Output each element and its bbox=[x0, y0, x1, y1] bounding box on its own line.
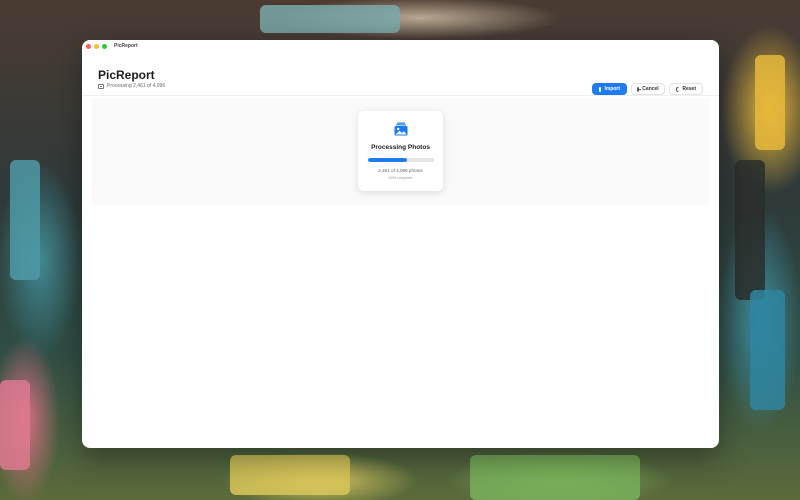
reset-button-label: Reset bbox=[682, 86, 696, 92]
cancel-circle-icon bbox=[637, 86, 641, 92]
wallpaper-stroke bbox=[750, 290, 785, 410]
import-icon bbox=[599, 86, 602, 92]
progress-card: Processing Photos 2,461 of 4,096 photos … bbox=[358, 111, 443, 191]
zoom-window-button[interactable] bbox=[102, 43, 107, 49]
wallpaper-stroke bbox=[735, 160, 765, 300]
app-header: PicReport Processing 2,461 of 4,096 Impo… bbox=[82, 52, 719, 96]
cancel-button-label: Cancel bbox=[642, 86, 659, 92]
wallpaper-stroke bbox=[230, 455, 350, 495]
reset-icon bbox=[676, 86, 680, 92]
reset-button[interactable]: Reset bbox=[669, 83, 703, 95]
wallpaper-stroke bbox=[0, 380, 30, 470]
wallpaper-stroke bbox=[260, 5, 400, 33]
card-title: Processing Photos bbox=[371, 144, 430, 151]
page-title: PicReport bbox=[98, 68, 155, 82]
status-text: Processing 2,461 of 4,096 bbox=[107, 83, 166, 89]
progress-bar bbox=[367, 158, 434, 162]
cancel-button[interactable]: Cancel bbox=[631, 83, 665, 95]
import-button[interactable]: Import bbox=[592, 83, 627, 95]
photo-stack-icon bbox=[394, 122, 407, 136]
photo-count: 2,461 of 4,096 photos bbox=[378, 168, 423, 173]
wallpaper-stroke bbox=[470, 455, 640, 500]
title-bar: PicReport bbox=[82, 40, 719, 52]
close-window-button[interactable] bbox=[86, 43, 91, 49]
wallpaper-stroke bbox=[755, 55, 785, 150]
minimize-window-button[interactable] bbox=[94, 43, 99, 49]
wallpaper-stroke bbox=[10, 160, 40, 280]
toolbar: Import Cancel Reset bbox=[592, 83, 703, 95]
window-controls bbox=[86, 43, 107, 49]
window-title: PicReport bbox=[114, 43, 138, 49]
percent-complete: 60% complete bbox=[388, 176, 413, 180]
status-line: Processing 2,461 of 4,096 bbox=[98, 83, 165, 89]
photos-icon bbox=[98, 83, 104, 89]
app-window: PicReport PicReport Processing 2,461 of … bbox=[82, 40, 719, 448]
progress-bar-fill bbox=[367, 158, 408, 162]
import-button-label: Import bbox=[604, 86, 620, 92]
